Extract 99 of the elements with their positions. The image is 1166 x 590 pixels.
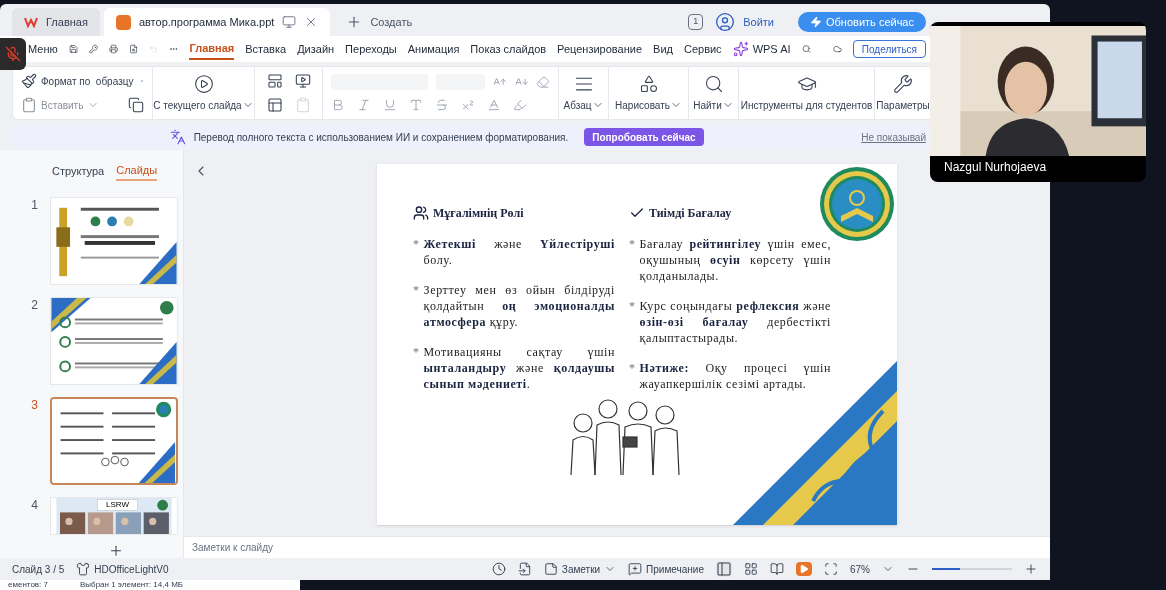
slide-number: 2 <box>30 296 38 313</box>
ribbon-tab[interactable]: Вид <box>653 38 673 60</box>
slide-paragraph: Нәтиже: Оқу процесі үшін жауапкершілік сезімі артады. <box>639 360 831 392</box>
translate-icon <box>169 129 186 145</box>
lightning-icon <box>810 16 822 28</box>
login-link[interactable]: Войти <box>743 13 774 31</box>
column-heading: Мұғалімнің Рөлі <box>433 205 524 222</box>
monitor-icon[interactable] <box>282 15 297 29</box>
slideshow-button[interactable]: С текущего слайда <box>153 67 255 119</box>
ribbon-tab[interactable]: Переходы <box>345 38 397 60</box>
ribbon-tab[interactable]: Главная <box>189 38 235 60</box>
panel-tab[interactable]: Слайды <box>116 162 158 181</box>
dismiss-link[interactable]: Не показывай <box>861 129 926 145</box>
bullet-mark: * <box>629 236 636 252</box>
import-icon[interactable] <box>517 562 532 576</box>
window-count-icon[interactable]: 1 <box>688 14 704 30</box>
slide-number: 3 <box>30 396 38 413</box>
bullet-mark: * <box>413 344 420 360</box>
ribbon-tab[interactable]: Сервис <box>683 38 722 60</box>
format-painter-button[interactable]: Формат по образцу <box>21 73 134 89</box>
new-tab-button[interactable]: Создать <box>334 13 425 31</box>
zoom-in-icon[interactable] <box>1024 562 1038 576</box>
bold-icon[interactable] <box>331 98 345 112</box>
slide-paragraph: Зерттеу мен өз ойын білдіруді қолдайтын оң эмоционалды атмосфера құру. <box>423 282 615 330</box>
eraser-icon[interactable] <box>536 75 550 89</box>
font-color-icon[interactable] <box>487 98 501 112</box>
reading-view-icon[interactable] <box>770 562 784 576</box>
ribbon-tab[interactable]: Показ слайдов <box>470 38 547 60</box>
participant-name: Nazgul Nurhojaeva <box>944 159 1047 176</box>
settings-button[interactable]: Параметры <box>875 67 931 119</box>
wrench-icon <box>893 73 913 94</box>
theme-name: HDOfficeLightV0 <box>94 562 169 577</box>
comment-button[interactable]: Примечание <box>628 561 704 577</box>
superscript-icon[interactable] <box>461 98 475 112</box>
student-tools-button[interactable]: Инструменты для студентов <box>739 67 875 119</box>
user-avatar-icon <box>715 12 736 32</box>
bullet-mark: * <box>413 236 420 252</box>
slideshow-icon <box>193 73 214 94</box>
bullet-mark: * <box>629 360 636 376</box>
ribbon-tab[interactable]: Анимация <box>407 38 460 60</box>
paragraph-button[interactable]: Абзац <box>559 67 609 119</box>
normal-view-icon[interactable] <box>716 561 732 577</box>
text-icon[interactable] <box>409 98 423 112</box>
bullet-mark: * <box>413 282 420 298</box>
strikethrough-icon[interactable] <box>435 98 449 112</box>
notes-field[interactable]: Заметки к слайду <box>184 536 1050 558</box>
tab-title: автор.программа Мика.ppt <box>138 14 275 30</box>
tab-title: Главная <box>46 14 88 30</box>
draw-button[interactable]: Нарисовать <box>609 67 689 119</box>
sparkle-icon <box>732 41 749 57</box>
layout-icon[interactable] <box>267 73 283 89</box>
note-icon <box>543 562 558 576</box>
underline-icon[interactable] <box>383 98 397 112</box>
banner-text: Перевод полного текста с использованием ИИ и сохранением форматирования. <box>193 130 569 145</box>
slide-paragraph: Жетекші және Үйлестіруші болу. <box>423 236 615 268</box>
panel-tab[interactable]: Структура <box>52 163 105 180</box>
slide-counter: Слайд 3 / 5 <box>12 562 65 577</box>
slide-icon[interactable] <box>294 73 311 89</box>
notes-button[interactable]: Заметки <box>543 561 617 577</box>
wps-ai-button[interactable]: WPS AI <box>732 40 791 58</box>
slide-thumbnail[interactable] <box>50 396 178 485</box>
explorer-status-text: Выбран 1 элемент: 14,4 МБ <box>80 580 184 590</box>
play-button[interactable] <box>796 562 812 576</box>
grid-view-icon[interactable] <box>744 562 758 576</box>
slide-number: 4 <box>30 496 38 513</box>
bullet-mark: * <box>629 298 636 314</box>
find-icon <box>703 73 724 94</box>
wps-logo-icon <box>24 16 38 28</box>
clock-icon[interactable] <box>491 562 506 576</box>
people-icon <box>413 205 429 221</box>
zoom-value: 67% <box>850 562 870 577</box>
column-heading: Тиімді Бағалау <box>649 205 732 222</box>
theme-icon <box>76 562 91 576</box>
paintbrush-icon <box>21 73 37 89</box>
ribbon-tab[interactable]: Рецензирование <box>557 38 643 60</box>
ribbon-tab[interactable]: Дизайн <box>297 38 335 60</box>
slide-thumbnail[interactable]: LSRW <box>50 496 178 535</box>
comment-icon <box>628 562 643 576</box>
play-icon <box>799 564 809 574</box>
menu-button[interactable]: Меню <box>28 40 58 58</box>
find-button[interactable]: Найти <box>689 67 739 119</box>
section-icon[interactable] <box>267 97 283 113</box>
copy-icon[interactable] <box>128 97 144 113</box>
italic-icon[interactable] <box>357 98 371 112</box>
document-tab[interactable]: Главная <box>12 8 100 36</box>
draw-icon <box>638 73 659 94</box>
presentation-file-icon <box>115 14 131 30</box>
slide-paragraph: Мотивацияны сақтау үшін ынталандыру және қолдаушы сынып мәдениеті. <box>423 344 615 392</box>
fit-icon[interactable] <box>824 562 838 576</box>
ribbon-tab[interactable]: Вставка <box>245 38 287 60</box>
share-button[interactable]: Поделиться <box>852 40 926 58</box>
try-now-button[interactable]: Попробовать сейчас <box>584 128 704 146</box>
explorer-status-text: ементов: 7 <box>8 580 48 590</box>
slide-paragraph: Бағалау рейтингілеу үшін емес, оқушының өсуін көрсету үшін қолданылады. <box>639 236 831 284</box>
document-tab[interactable]: автор.программа Мика.ppt <box>103 8 331 36</box>
highlighter-icon[interactable] <box>513 98 527 112</box>
slide-number: 1 <box>30 196 38 213</box>
slide-paragraph: Курс соңындағы рефлексия және өзін-өзі бағалау дербестікті қалыптастырады. <box>639 298 831 346</box>
clipboard-icon <box>21 97 37 113</box>
